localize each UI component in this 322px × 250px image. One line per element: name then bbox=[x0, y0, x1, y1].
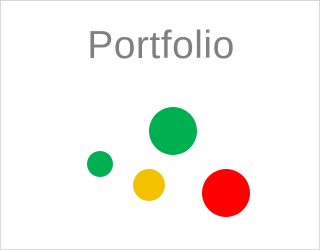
indicator-dot-small-green bbox=[87, 151, 113, 177]
tile-title: Portfolio bbox=[87, 24, 235, 67]
portfolio-tile[interactable]: Portfolio bbox=[0, 0, 320, 250]
indicator-dot-red bbox=[202, 169, 250, 217]
indicator-dot-yellow bbox=[133, 169, 165, 201]
indicator-dot-large-green bbox=[149, 107, 197, 155]
